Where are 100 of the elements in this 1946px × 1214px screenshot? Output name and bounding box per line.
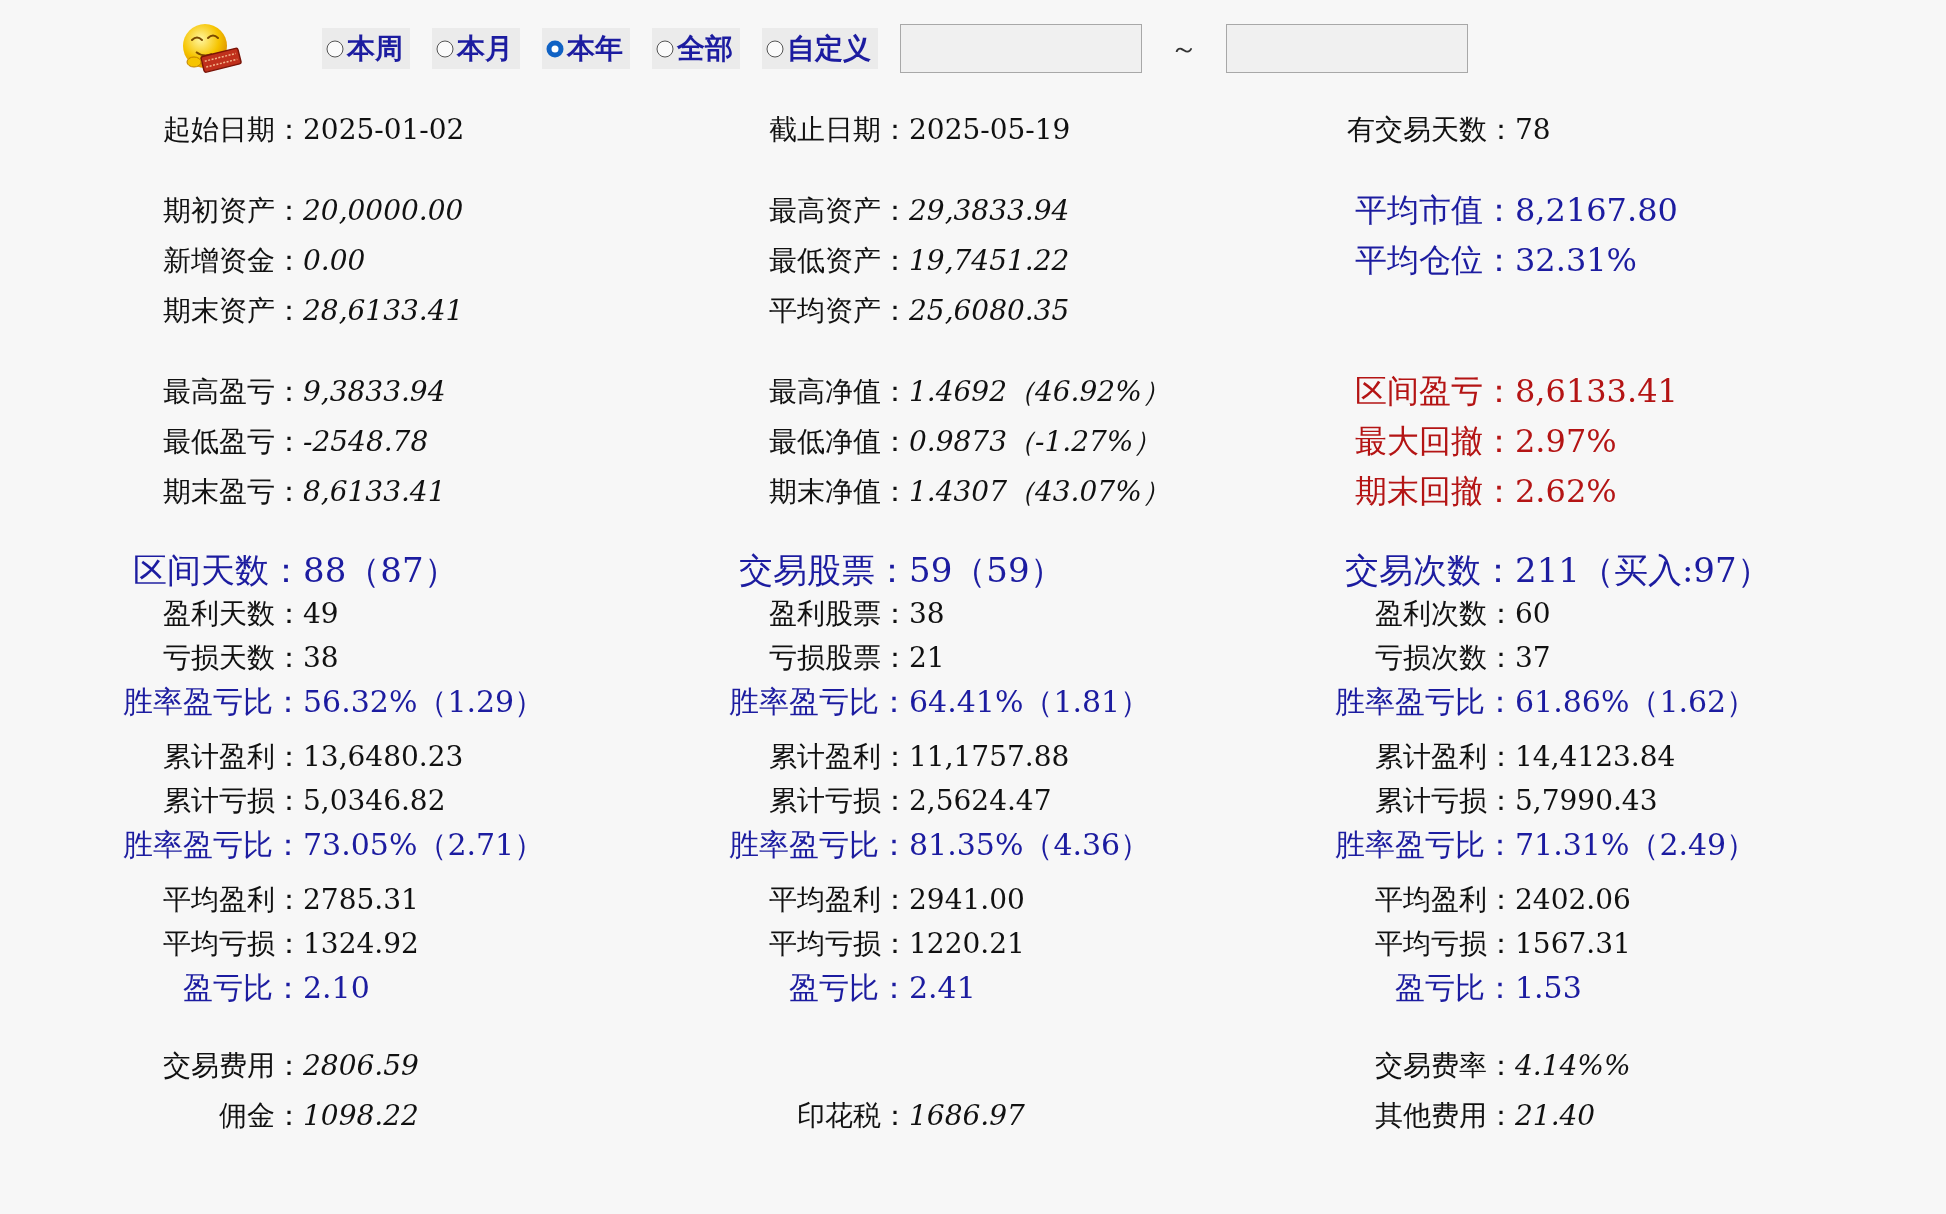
stat-value: 71.31%（2.49） [1515, 825, 1757, 864]
stat-label: 胜率盈亏比： [1335, 825, 1515, 864]
stat-value: 2.62% [1515, 472, 1617, 510]
stat-label: 交易费率： [1375, 1048, 1515, 1084]
period-option[interactable]: 自定义 [762, 28, 878, 69]
stat-label: 有交易天数： [1347, 112, 1515, 148]
stat-value: 1.4692（46.92%） [909, 374, 1170, 410]
stat-label: 亏损股票： [769, 640, 909, 676]
stat-value: 5,0346.82 [303, 784, 446, 817]
stat-value: 32.31% [1515, 241, 1637, 279]
stat-value: 1324.92 [303, 927, 419, 960]
stat-value: 28,6133.41 [303, 294, 464, 327]
stat-value: 2.97% [1515, 422, 1617, 460]
stat-value: 37 [1515, 641, 1551, 674]
stat-label: 累计亏损： [769, 783, 909, 819]
stat-value: 1220.21 [909, 927, 1025, 960]
stat-label: 盈利天数： [163, 596, 303, 632]
range-separator: ～ [1170, 30, 1198, 67]
stat-label: 累计亏损： [163, 783, 303, 819]
date-input-field[interactable] [1226, 24, 1468, 73]
stat-label: 交易股票： [739, 549, 909, 592]
stat-label: 胜率盈亏比： [729, 682, 909, 721]
stat-value: 59（59） [909, 549, 1064, 592]
stat-value: 1567.31 [1515, 927, 1631, 960]
stat-value: 0.9873（-1.27%） [909, 424, 1162, 460]
stat-label: 平均亏损： [163, 926, 303, 962]
stat-label: 区间盈亏： [1355, 371, 1515, 412]
stat-label: 胜率盈亏比： [123, 825, 303, 864]
stat-value: 2025-05-19 [909, 113, 1071, 146]
period-option[interactable]: 本年 [542, 28, 630, 69]
stat-label: 胜率盈亏比： [1335, 682, 1515, 721]
stat-value: 8,2167.80 [1515, 191, 1678, 229]
stat-label: 区间天数： [133, 549, 303, 592]
stat-value: 2.41 [909, 969, 976, 1005]
stat-label: 平均盈利： [769, 882, 909, 918]
stat-value: 2.10 [303, 969, 370, 1005]
stat-label: 胜率盈亏比： [729, 825, 909, 864]
stat-label: 平均市值： [1355, 190, 1515, 231]
stat-label: 期末盈亏： [163, 474, 303, 510]
stat-label: 盈亏比： [1395, 968, 1515, 1007]
stat-label: 截止日期： [769, 112, 909, 148]
period-option[interactable]: 本月 [432, 28, 520, 69]
stat-value: 11,1757.88 [909, 740, 1070, 773]
stat-value: 1686.97 [909, 1099, 1025, 1132]
stat-label: 平均盈利： [1375, 882, 1515, 918]
period-option[interactable]: 全部 [652, 28, 740, 69]
stat-label: 最低盈亏： [163, 424, 303, 460]
stat-label: 最高资产： [769, 193, 909, 229]
stat-label: 其他费用： [1375, 1098, 1515, 1134]
stat-value: 2785.31 [303, 883, 419, 916]
stat-label: 印花税： [797, 1098, 909, 1134]
stat-label: 交易费用： [163, 1048, 303, 1084]
stat-label: 累计盈利： [769, 739, 909, 775]
stat-value: 19,7451.22 [909, 244, 1070, 277]
stat-value: 9,3833.94 [303, 375, 446, 408]
stat-label: 平均仓位： [1355, 240, 1515, 281]
stat-value: 0.00 [303, 244, 366, 277]
period-option[interactable]: 本周 [322, 28, 410, 69]
stat-value: 78 [1515, 113, 1551, 146]
stat-value: 2,5624.47 [909, 784, 1052, 817]
date-input-field[interactable] [900, 24, 1142, 73]
stat-label: 最高净值： [769, 374, 909, 410]
stat-label: 佣金： [219, 1098, 303, 1134]
stat-label: 盈利股票： [769, 596, 909, 632]
stat-value: 2402.06 [1515, 883, 1631, 916]
stat-value: 64.41%（1.81） [909, 682, 1151, 721]
stat-label: 胜率盈亏比： [123, 682, 303, 721]
stat-label: 累计盈利： [1375, 739, 1515, 775]
stat-value: 2941.00 [909, 883, 1025, 916]
stat-label: 累计亏损： [1375, 783, 1515, 819]
stat-value: 61.86%（1.62） [1515, 682, 1757, 721]
stat-value: 20,0000.00 [303, 194, 464, 227]
stat-value: 38 [909, 597, 945, 630]
stat-label: 亏损次数： [1375, 640, 1515, 676]
stat-label: 最大回撤： [1355, 421, 1515, 462]
stat-label: 平均盈利： [163, 882, 303, 918]
stat-value: 1.4307（43.07%） [909, 474, 1170, 510]
stat-value: 25,6080.35 [909, 294, 1070, 327]
stat-value: 60 [1515, 597, 1551, 630]
stat-label: 盈亏比： [183, 968, 303, 1007]
stat-label: 交易次数： [1345, 549, 1515, 592]
stat-value: 56.32%（1.29） [303, 682, 545, 721]
stat-label: 亏损天数： [163, 640, 303, 676]
stat-value: 2025-01-02 [303, 113, 465, 146]
stat-value: 29,3833.94 [909, 194, 1070, 227]
stat-value: 5,7990.43 [1515, 784, 1658, 817]
stat-value: 73.05%（2.71） [303, 825, 545, 864]
stat-label: 平均资产： [769, 293, 909, 329]
stat-label: 盈亏比： [789, 968, 909, 1007]
stat-label: 最高盈亏： [163, 374, 303, 410]
stat-value: 21 [909, 641, 945, 674]
stat-label: 期初资产： [163, 193, 303, 229]
stat-label: 起始日期： [163, 112, 303, 148]
stat-value: 4.14%% [1515, 1049, 1631, 1082]
stat-value: 8,6133.41 [303, 475, 446, 508]
stat-value: 13,6480.23 [303, 740, 464, 773]
stat-label: 新增资金： [163, 243, 303, 279]
stat-label: 最低净值： [769, 424, 909, 460]
stat-label: 平均亏损： [1375, 926, 1515, 962]
smiley-face-icon [180, 22, 242, 75]
